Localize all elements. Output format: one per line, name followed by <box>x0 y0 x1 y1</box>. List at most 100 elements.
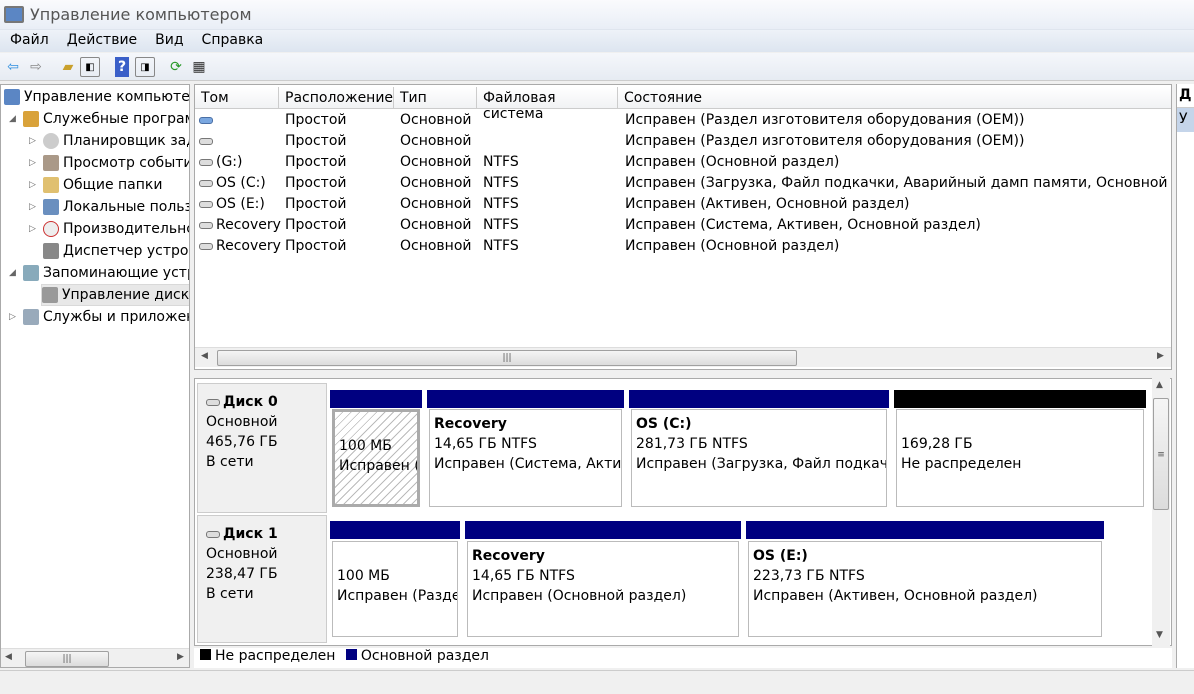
expand-arrow-icon[interactable]: ▷ <box>9 312 19 322</box>
storage-icon <box>23 265 39 281</box>
layout-cell: Простой <box>285 217 347 233</box>
show-hide-tree-icon[interactable]: ◧ <box>80 57 100 77</box>
partition-1-0[interactable]: 100 МБ Исправен (Разде. <box>332 541 458 637</box>
actions-item[interactable]: У <box>1177 108 1194 132</box>
title-bar: Управление компьютером <box>0 0 1194 30</box>
tree-item-local-users[interactable]: ▷ Локальные польз <box>29 196 189 218</box>
menu-file[interactable]: Файл <box>0 30 57 52</box>
window-title: Управление компьютером <box>30 5 252 24</box>
column-header-filesystem[interactable]: Файловая система <box>477 87 618 122</box>
properties-icon[interactable]: ▦ <box>189 57 209 77</box>
scrollbar-thumb[interactable]: ≡ <box>1153 398 1169 510</box>
partition-size: 100 МБ <box>337 568 390 584</box>
tree-item-task-scheduler[interactable]: ▷ Планировщик зад <box>29 130 189 152</box>
type-cell: Основной <box>400 175 472 191</box>
volume-cell: Recovery <box>199 217 281 233</box>
partition-0-2[interactable]: OS (C:) 281,73 ГБ NTFS Исправен (Загрузка,… <box>631 409 887 507</box>
table-row[interactable]: Recovery Простой Основной NTFS Исправен (Сис… <box>195 215 1171 236</box>
scrollbar-thumb[interactable]: ||| <box>25 651 109 667</box>
disk-view-vertical-scrollbar[interactable]: ▲ ≡ ▼ <box>1152 378 1170 646</box>
menu-help[interactable]: Справка <box>192 30 272 52</box>
collapse-arrow-icon[interactable]: ◢ <box>9 268 19 278</box>
up-folder-icon[interactable]: ▰ <box>58 57 78 77</box>
volume-drive-icon <box>199 200 213 208</box>
unallocated-bar <box>894 390 1146 408</box>
table-row[interactable]: (G:) Простой Основной NTFS Исправен (Основно… <box>195 152 1171 173</box>
tree-horizontal-scrollbar[interactable]: ◀ ||| ▶ <box>1 648 189 667</box>
collapse-arrow-icon[interactable]: ◢ <box>9 114 19 124</box>
help-icon[interactable]: ? <box>115 57 129 77</box>
volume-drive-icon <box>199 221 213 229</box>
scroll-up-icon[interactable]: ▲ <box>1156 380 1163 390</box>
expand-arrow-icon[interactable]: ▷ <box>29 180 39 190</box>
scroll-left-icon[interactable]: ◀ <box>5 652 12 662</box>
volume-drive-icon <box>199 242 213 250</box>
tree-item-system-tools[interactable]: ◢ Служебные програм <box>9 108 189 130</box>
expand-arrow-icon[interactable]: ▷ <box>29 224 39 234</box>
scroll-left-icon[interactable]: ◀ <box>201 351 208 361</box>
tree-item-disk-management[interactable]: Управление диска <box>41 284 189 306</box>
table-row[interactable]: OS (E:) Простой Основной NTFS Исправен (Акти… <box>195 194 1171 215</box>
expand-arrow-icon[interactable]: ▷ <box>29 158 39 168</box>
table-row[interactable]: Простой Основной Исправен (Раздел изготови… <box>195 110 1171 131</box>
partition-1-2[interactable]: OS (E:) 223,73 ГБ NTFS Исправен (Активен, … <box>748 541 1102 637</box>
users-icon <box>43 199 59 215</box>
legend-primary: Основной раздел <box>360 648 489 664</box>
filesystem-cell: NTFS <box>483 175 519 191</box>
layout-cell: Простой <box>285 238 347 254</box>
table-row[interactable]: OS (C:) Простой Основной NTFS Исправен (Загр… <box>195 173 1171 194</box>
expand-arrow-icon[interactable]: ▷ <box>29 136 39 146</box>
volume-list-horizontal-scrollbar[interactable]: ◀ ||| ▶ <box>195 347 1171 367</box>
column-header-type[interactable]: Тип <box>394 87 477 109</box>
expand-arrow-icon[interactable]: ▷ <box>29 202 39 212</box>
table-row[interactable]: Простой Основной Исправен (Раздел изготови… <box>195 131 1171 152</box>
event-log-icon <box>43 155 59 171</box>
performance-icon <box>43 221 59 237</box>
back-icon[interactable]: ⇦ <box>3 57 23 77</box>
volume-cell <box>199 112 216 128</box>
disk-status: В сети <box>206 454 254 470</box>
forward-icon[interactable]: ⇨ <box>26 57 46 77</box>
partition-size: 100 МБ <box>339 438 392 454</box>
show-hide-action-icon[interactable]: ◨ <box>135 57 155 77</box>
column-header-status[interactable]: Состояние <box>618 87 1171 109</box>
partition-status: Исправен (Загрузка, Файл подкачки <box>636 456 887 472</box>
column-header-volume[interactable]: Том <box>195 87 279 109</box>
disk-name: Диск 1 <box>223 526 278 542</box>
tree-item-computer-management[interactable]: Управление компьютер <box>4 86 189 108</box>
tree-item-performance[interactable]: ▷ Производительнс <box>29 218 189 240</box>
partition-status: Исправен (Р <box>339 458 420 474</box>
filesystem-cell: NTFS <box>483 196 519 212</box>
tree-item-event-viewer[interactable]: ▷ Просмотр событи <box>29 152 189 174</box>
menu-action[interactable]: Действие <box>57 30 145 52</box>
volume-list: Том Расположение Тип Файловая система Со… <box>194 84 1172 370</box>
scroll-right-icon[interactable]: ▶ <box>177 652 184 662</box>
menu-view[interactable]: Вид <box>145 30 191 52</box>
tree-item-storage[interactable]: ◢ Запоминающие устр <box>9 262 189 284</box>
partition-size: 281,73 ГБ NTFS <box>636 436 748 452</box>
scrollbar-thumb[interactable]: ||| <box>217 350 797 366</box>
disk-icon <box>206 530 220 538</box>
partition-status: Не распределен <box>901 456 1022 472</box>
disk-1-label[interactable]: Диск 1 Основной 238,47 ГБ В сети <box>197 515 327 643</box>
tree-item-shared-folders[interactable]: ▷ Общие папки <box>29 174 162 196</box>
partition-0-0[interactable]: 100 МБ Исправен (Р <box>332 409 420 507</box>
tree-item-device-manager[interactable]: Диспетчер устрой <box>43 240 189 262</box>
scroll-down-icon[interactable]: ▼ <box>1156 630 1163 640</box>
tree-item-services-apps[interactable]: ▷ Службы и приложен <box>9 306 189 328</box>
scroll-right-icon[interactable]: ▶ <box>1157 351 1164 361</box>
partition-name <box>339 416 413 436</box>
partition-1-1[interactable]: Recovery 14,65 ГБ NTFS Исправен (Основной … <box>467 541 739 637</box>
type-cell: Основной <box>400 133 472 149</box>
console-tree: Управление компьютер ◢ Служебные програм … <box>0 84 190 668</box>
disk-0-label[interactable]: Диск 0 Основной 465,76 ГБ В сети <box>197 383 327 513</box>
legend-swatch-unallocated <box>200 649 211 660</box>
refresh-icon[interactable]: ⟳ <box>166 57 186 77</box>
status-cell: Исправен (Раздел изготовителя оборудован… <box>625 112 1025 128</box>
column-header-layout[interactable]: Расположение <box>279 87 394 109</box>
table-row[interactable]: Recovery Простой Основной NTFS Исправен (Осн… <box>195 236 1171 257</box>
disk-management-icon <box>42 287 58 303</box>
partition-0-3[interactable]: 169,28 ГБ Не распределен <box>896 409 1144 507</box>
partition-0-1[interactable]: Recovery 14,65 ГБ NTFS Исправен (Система, … <box>429 409 622 507</box>
primary-partition-bar <box>465 521 741 539</box>
